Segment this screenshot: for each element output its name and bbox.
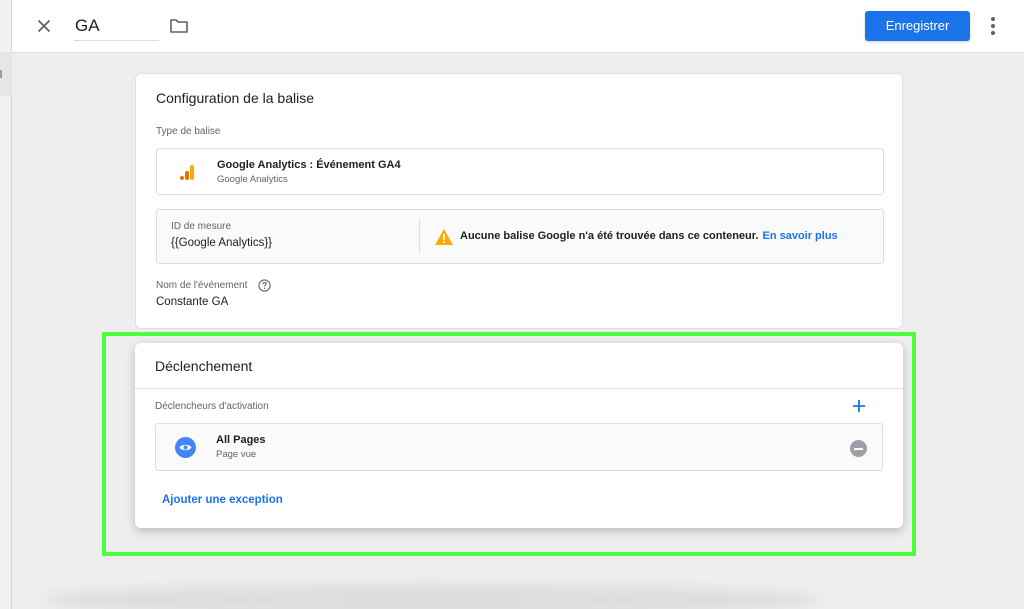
measure-id-box: ID de mesure {{Google Analytics}} Aucune… (156, 209, 884, 264)
config-title: Configuration de la balise (156, 90, 314, 106)
measure-id-label: ID de mesure (171, 221, 232, 232)
warning-text: Aucune balise Google n'a été trouvée dan… (460, 230, 759, 242)
close-icon[interactable] (32, 14, 56, 38)
measure-id-value[interactable]: {{Google Analytics}} (171, 237, 272, 249)
event-name-label: Nom de l'événement (156, 280, 248, 291)
tag-configuration-card: Configuration de la balise Type de balis… (135, 73, 903, 329)
save-button[interactable]: Enregistrer (865, 11, 970, 41)
folder-icon[interactable] (168, 15, 190, 37)
left-panel-marker (0, 70, 4, 78)
tag-name-input[interactable]: GA (74, 12, 159, 41)
left-panel-edge (0, 0, 12, 609)
tag-type-selector[interactable]: Google Analytics : Événement GA4 Google … (156, 148, 884, 195)
bottom-shadow (40, 585, 820, 609)
top-bar: GA Enregistrer (12, 0, 1024, 53)
warning-message: Aucune balise Google n'a été trouvée dan… (460, 230, 838, 242)
event-name-value[interactable]: Constante GA (156, 296, 228, 308)
highlight-frame (102, 332, 916, 556)
ga-bar-icon (178, 163, 198, 183)
tag-type-name: Google Analytics : Événement GA4 (217, 159, 401, 171)
warning-icon (434, 228, 454, 246)
divider (419, 219, 420, 254)
tag-type-sub: Google Analytics (217, 174, 288, 185)
tag-type-label: Type de balise (156, 126, 221, 137)
learn-more-link[interactable]: En savoir plus (762, 230, 837, 242)
more-vert-icon[interactable] (984, 14, 1002, 38)
help-icon[interactable] (258, 279, 271, 292)
